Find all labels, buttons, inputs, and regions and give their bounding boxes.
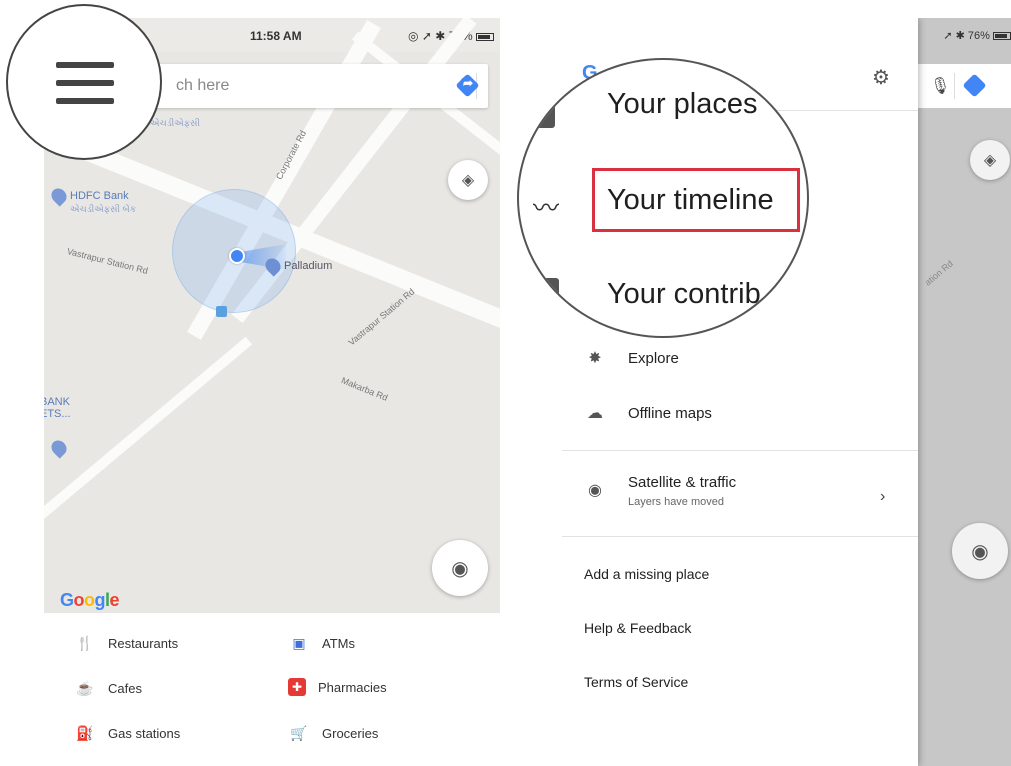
location-status-icon: ➚ ✱: [943, 30, 968, 42]
category-label: Cafes: [108, 680, 142, 696]
menu-item-your-contributions[interactable]: Your contrib: [607, 278, 761, 311]
menu-item-offline-maps[interactable]: ☁ Offline maps: [584, 403, 712, 423]
road-label: Vastrapur Station Rd: [66, 246, 149, 276]
poi-name: HDFC Bank: [70, 190, 129, 202]
bank-pin[interactable]: [48, 437, 70, 459]
category-gas-stations[interactable]: ⛽ Gas stations: [74, 723, 180, 743]
google-logo: Google: [60, 590, 120, 610]
terms-of-service-link[interactable]: Terms of Service: [584, 674, 688, 690]
road-label: ation Rd: [922, 258, 955, 288]
cloud-off-icon: ☁: [587, 405, 603, 422]
crosshair-icon: ◉: [451, 557, 469, 580]
bookmark-icon: [535, 88, 555, 128]
directions-button[interactable]: ➦: [446, 64, 490, 108]
hamburger-line: [56, 80, 114, 86]
menu-sublabel: Layers have moved: [628, 496, 724, 508]
layers-icon: ◉: [588, 482, 602, 499]
place-pin-icon: [262, 255, 284, 277]
poi-bank-partial[interactable]: BANK ETS...: [44, 396, 71, 420]
my-location-button: ◉: [952, 523, 1008, 579]
menu-item-explore[interactable]: ✸ Explore: [584, 348, 679, 368]
bank-pin-icon: [48, 185, 70, 207]
chevron-right-icon[interactable]: ›: [880, 488, 885, 506]
layers-icon: ◈: [983, 152, 997, 169]
magnified-menu-button[interactable]: [6, 4, 162, 160]
gas-station-icon: ⛽: [76, 724, 94, 741]
category-pharmacies[interactable]: ✚ Pharmacies: [288, 678, 387, 696]
help-feedback-link[interactable]: Help & Feedback: [584, 620, 691, 636]
status-right: ➚ ✱ 76%: [943, 29, 1011, 42]
crosshair-icon: ◉: [971, 540, 989, 563]
battery-percent: 76%: [967, 30, 990, 42]
layers-icon: ◈: [461, 172, 475, 189]
divider: [954, 73, 955, 99]
menu-label: Satellite & traffic: [628, 474, 737, 491]
menu-label: Offline maps: [628, 404, 712, 422]
add-missing-place-link[interactable]: Add a missing place: [584, 566, 709, 582]
search-input[interactable]: ch here: [176, 77, 229, 95]
cafe-icon: ☕: [76, 679, 94, 696]
search-bar-behind: 🎙: [918, 64, 1011, 108]
magnified-menu-items: Your places 〰 Your timeline Your contrib: [517, 58, 809, 338]
hamburger-line: [56, 62, 114, 68]
pharmacy-icon: ✚: [288, 678, 306, 696]
category-label: Restaurants: [108, 635, 179, 651]
category-label: ATMs: [322, 635, 355, 651]
location-status-icon: ◎ ➚ ✱: [408, 29, 446, 43]
category-groceries[interactable]: 🛒 Groceries: [288, 723, 378, 743]
grocery-icon: 🛒: [290, 724, 308, 741]
category-restaurants[interactable]: 🍴 Restaurants: [74, 633, 178, 653]
menu-label: Explore: [628, 349, 679, 367]
category-label: Gas stations: [108, 725, 181, 741]
poi-name: Palladium: [284, 260, 333, 272]
poi-hdfc-bank[interactable]: HDFC Bank: [48, 185, 129, 207]
category-atms[interactable]: ▣ ATMs: [288, 633, 355, 653]
layers-button: ◈: [970, 140, 1010, 180]
timeline-icon: 〰: [533, 193, 560, 223]
divider: [562, 536, 918, 537]
menu-item-satellite-traffic[interactable]: ◉ Satellite & traffic Layers have moved: [584, 474, 736, 508]
atm-icon: ▣: [292, 634, 306, 651]
layers-button[interactable]: ◈: [448, 160, 488, 200]
my-location-dot: [229, 248, 245, 264]
road-minor: [44, 336, 253, 538]
road-label: Makarba Rd: [339, 375, 390, 403]
explore-icon: ✸: [588, 350, 602, 367]
my-location-button[interactable]: ◉: [432, 540, 488, 596]
settings-gear-icon[interactable]: ⚙: [872, 65, 890, 90]
battery-icon: [993, 32, 1011, 41]
category-label: Pharmacies: [318, 679, 387, 695]
category-label: Groceries: [322, 725, 379, 741]
category-cafes[interactable]: ☕ Cafes: [74, 678, 142, 698]
menu-item-your-places[interactable]: Your places: [607, 88, 757, 121]
satellite-text: Satellite & traffic Layers have moved: [628, 474, 736, 508]
arrow-icon: ➦: [463, 76, 474, 90]
transit-stop-icon[interactable]: [216, 306, 227, 317]
category-panel: 🍴 Restaurants ▣ ATMs ☕ Cafes ✚ Pharmacie…: [44, 612, 500, 766]
microphone-icon: 🎙: [930, 78, 951, 95]
divider: [562, 450, 918, 451]
screenshot-root: 11:58 AM ◎ ➚ ✱ 76% Vastrapur Station Rd …: [0, 0, 1011, 766]
directions-icon: [962, 73, 987, 98]
poi-sublabel: એચડીએફસી: [150, 118, 200, 128]
battery-icon: [476, 32, 494, 41]
road-label: Vastrapur Station Rd: [346, 286, 417, 348]
hamburger-line: [56, 98, 114, 104]
poi-name: BANK: [44, 396, 70, 408]
contributions-icon: [537, 278, 559, 308]
poi-sublabel: એચડીએફસી બેંક: [70, 204, 137, 214]
bank-pin-icon: [48, 437, 70, 459]
status-time: 11:58 AM: [250, 29, 302, 43]
poi-palladium[interactable]: Palladium: [262, 255, 333, 277]
poi-sublabel: ETS...: [44, 408, 71, 420]
menu-item-your-timeline[interactable]: Your timeline: [607, 184, 774, 217]
restaurant-icon: 🍴: [76, 634, 94, 651]
